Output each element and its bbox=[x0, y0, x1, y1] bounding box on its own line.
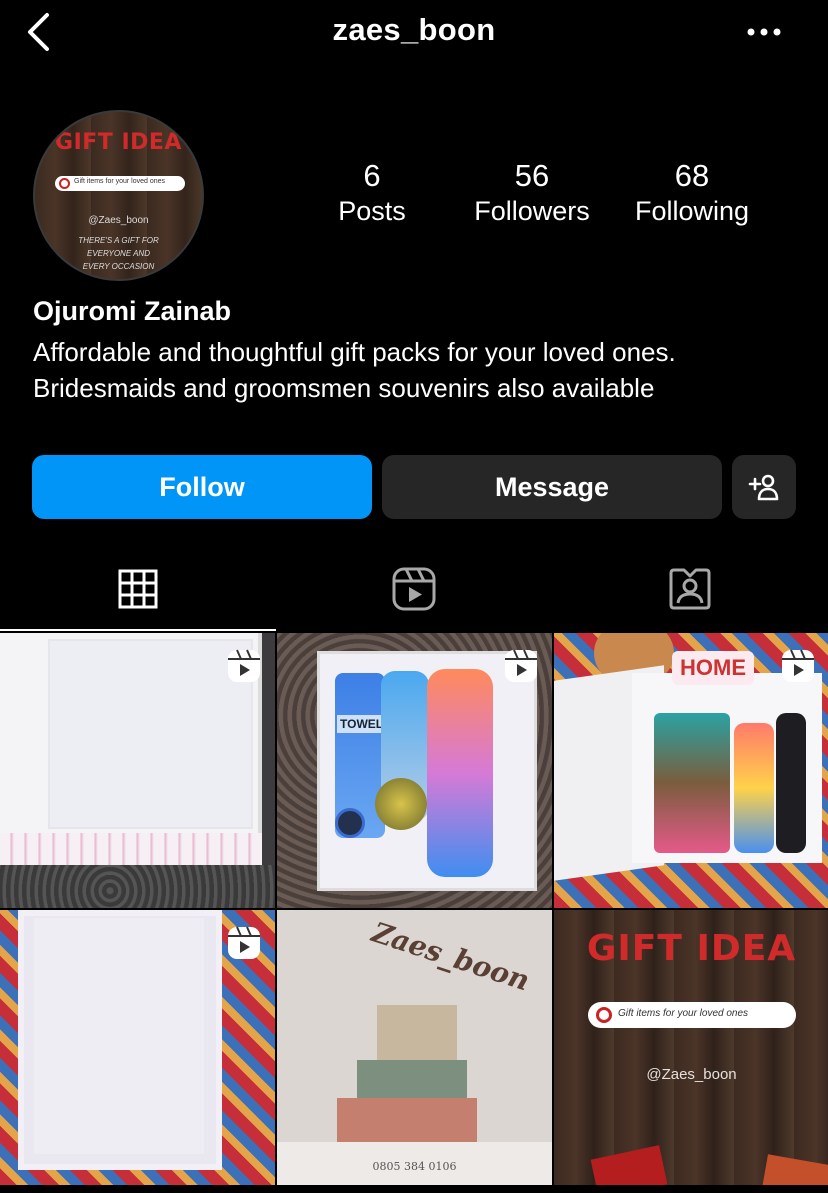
gift-idea-title: GIFT IDEA bbox=[586, 928, 797, 969]
home-sign: HOME bbox=[672, 651, 754, 685]
top-bar: zaes_boon bbox=[0, 0, 828, 64]
bio-line-2: Bridesmaids and groomsmen souvenirs also… bbox=[33, 373, 655, 403]
brand-logo-text: Zaes_boon bbox=[367, 915, 534, 998]
reel-indicator-icon bbox=[505, 649, 537, 682]
suggested-users-button[interactable] bbox=[732, 455, 796, 519]
post-tile-4[interactable] bbox=[0, 910, 275, 1185]
avatar-search-pill: Gift items for your loved ones bbox=[55, 176, 185, 191]
phone-number: 0805 384 0106 bbox=[372, 1160, 457, 1173]
followers-count: 56 bbox=[514, 158, 550, 193]
reels-icon bbox=[392, 567, 436, 611]
post-tile-3[interactable]: HOME bbox=[554, 633, 828, 908]
following-count: 68 bbox=[674, 158, 710, 193]
follow-button[interactable]: Follow bbox=[32, 455, 372, 519]
followers-label: Followers bbox=[474, 196, 590, 226]
post-tile-6[interactable]: GIFT IDEA Gift items for your loved ones… bbox=[554, 910, 828, 1185]
profile-name: Ojuromi Zainab bbox=[33, 296, 232, 326]
profile-bio: Affordable and thoughtful gift packs for… bbox=[33, 334, 676, 406]
stat-following[interactable]: 68 Following bbox=[612, 158, 772, 228]
search-icon bbox=[596, 1007, 612, 1023]
profile-tabs bbox=[0, 548, 828, 632]
gift-box bbox=[357, 1060, 467, 1100]
reel-indicator-icon bbox=[228, 649, 260, 682]
add-person-icon bbox=[748, 474, 779, 501]
gift-box bbox=[337, 1098, 477, 1144]
search-pill: Gift items for your loved ones bbox=[588, 1002, 796, 1028]
jar bbox=[375, 778, 427, 830]
box-interior bbox=[48, 639, 253, 829]
umbrella bbox=[776, 713, 806, 853]
avatar-handle: @Zaes_boon bbox=[88, 215, 149, 226]
red-gift-box bbox=[590, 1145, 668, 1185]
water-bottle-large bbox=[427, 669, 493, 877]
towel-label: TOWEL bbox=[337, 715, 387, 733]
message-button[interactable]: Message bbox=[382, 455, 722, 519]
box-interior bbox=[34, 918, 204, 1154]
more-options-button[interactable] bbox=[740, 16, 788, 48]
water-bottle bbox=[734, 723, 774, 853]
avatar-tagline: THERE'S A GIFT FOR EVERYONE AND EVERY OC… bbox=[78, 236, 159, 271]
post-handle: @Zaes_boon bbox=[646, 1066, 737, 1083]
pill-text: Gift items for your loved ones bbox=[618, 1008, 749, 1019]
more-icon bbox=[747, 28, 781, 36]
posts-count: 6 bbox=[363, 158, 381, 193]
box-base bbox=[0, 833, 262, 865]
stat-followers[interactable]: 56 Followers bbox=[452, 158, 612, 228]
stat-posts[interactable]: 6 Posts bbox=[292, 158, 452, 228]
profile-avatar[interactable]: GIFT IDEA Gift items for your loved ones… bbox=[33, 110, 204, 281]
search-icon bbox=[59, 178, 70, 189]
bio-line-1: Affordable and thoughtful gift packs for… bbox=[33, 337, 676, 367]
reel-indicator-icon bbox=[228, 926, 260, 959]
avatar-title: GIFT IDEA bbox=[55, 130, 182, 155]
avatar-pill-text: Gift items for your loved ones bbox=[74, 178, 166, 185]
following-label: Following bbox=[634, 196, 750, 226]
tagged-icon bbox=[669, 568, 711, 610]
grid-icon bbox=[118, 569, 158, 609]
tab-reels[interactable] bbox=[276, 548, 552, 630]
wristwatch bbox=[335, 808, 365, 838]
tab-posts-grid[interactable] bbox=[0, 548, 276, 631]
gift-box bbox=[377, 1005, 457, 1061]
profile-username: zaes_boon bbox=[332, 12, 496, 47]
floor-texture bbox=[0, 865, 275, 908]
red-gift-box bbox=[761, 1154, 828, 1185]
posts-label: Posts bbox=[338, 196, 406, 226]
gift-items bbox=[654, 713, 730, 853]
post-tile-2[interactable]: TOWEL bbox=[277, 633, 552, 908]
post-tile-5[interactable]: Zaes_boon 0805 384 0106 bbox=[277, 910, 552, 1185]
tab-tagged[interactable] bbox=[552, 548, 828, 630]
reel-indicator-icon bbox=[782, 649, 814, 682]
post-tile-1[interactable] bbox=[0, 633, 275, 908]
